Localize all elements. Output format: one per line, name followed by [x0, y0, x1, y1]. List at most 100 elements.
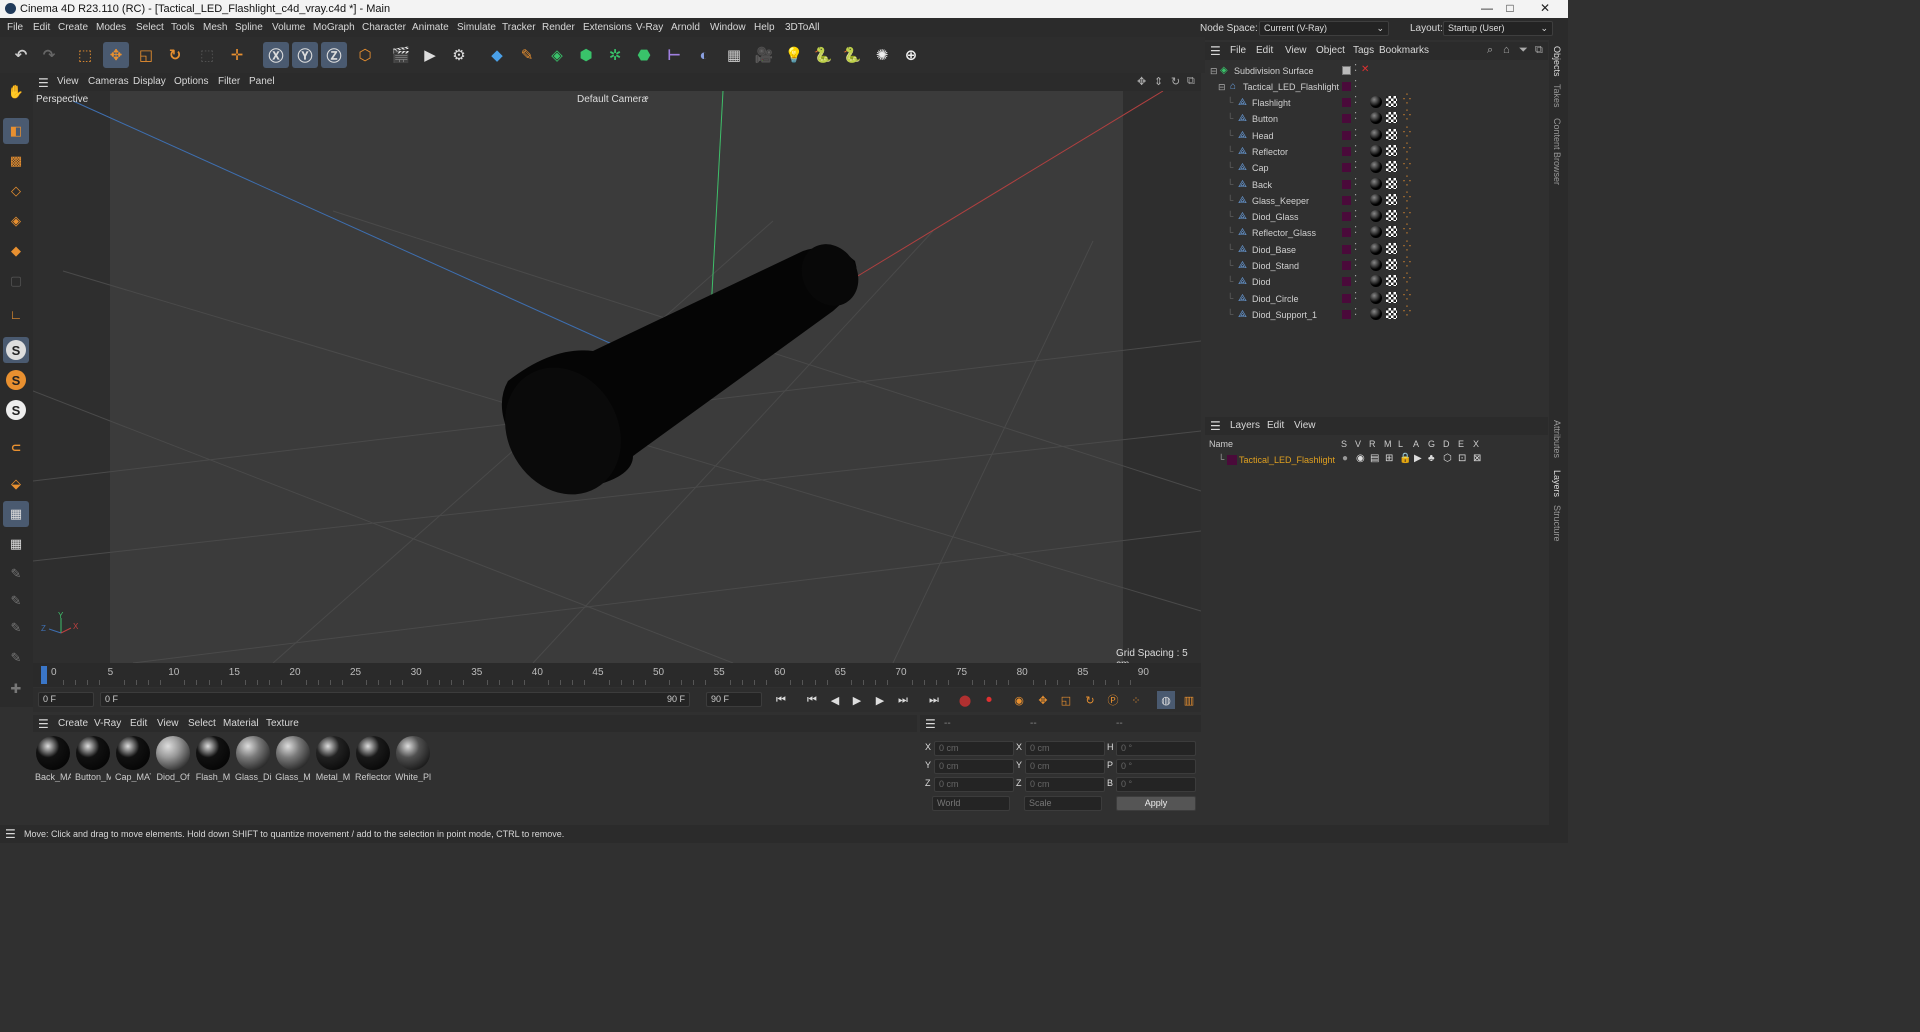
playhead-marker[interactable] — [41, 666, 47, 684]
layer-column-header[interactable]: X — [1473, 439, 1479, 449]
goto-start-icon[interactable]: ⏮ — [772, 691, 790, 709]
menu-vray[interactable]: V-Ray — [636, 22, 663, 33]
redo-icon[interactable]: ↷ — [36, 42, 62, 68]
expressions-icon[interactable]: ⊡ — [1458, 453, 1466, 464]
coordinates-hamburger-icon[interactable]: ☰ — [925, 717, 936, 731]
layer-column-header[interactable]: V — [1355, 439, 1361, 449]
coord-value-field[interactable]: 0 cm — [1025, 777, 1105, 792]
layer-color-swatch[interactable] — [1342, 82, 1351, 91]
layer-column-header[interactable]: M — [1384, 439, 1392, 449]
x-axis-lock-icon[interactable]: Ⓧ — [263, 42, 289, 68]
layer-column-header[interactable]: A — [1413, 439, 1419, 449]
manager-icon[interactable]: ⊞ — [1385, 453, 1393, 464]
xrefs-icon[interactable]: ⊠ — [1473, 453, 1481, 464]
layer-color-swatch[interactable] — [1342, 195, 1351, 205]
visibility-dots-icon[interactable]: ⁚ — [1354, 63, 1357, 74]
layer-column-header[interactable]: E — [1458, 439, 1464, 449]
menu-extensions[interactable]: Extensions — [583, 22, 632, 33]
undo-icon[interactable]: ↶ — [8, 42, 34, 68]
vray-tag-icon[interactable]: ⁛ — [1403, 192, 1411, 203]
visibility-dots-icon[interactable]: ⁚ — [1354, 160, 1357, 171]
vray-tag-icon[interactable]: ⁛ — [1403, 176, 1411, 187]
y-axis-lock-icon[interactable]: Ⓨ — [292, 42, 318, 68]
layer-color-swatch[interactable] — [1342, 228, 1351, 238]
object-row[interactable]: └ ⟁ Diod_Circle ⁚ ⁛ — [1205, 290, 1548, 307]
menu-character[interactable]: Character — [362, 22, 406, 33]
pen-spline-icon[interactable]: ✎ — [514, 42, 540, 68]
material-swatch[interactable]: Cap_MAT — [115, 736, 151, 782]
make-editable-icon[interactable]: ✋ — [3, 79, 29, 105]
visibility-dots-icon[interactable]: ⁚ — [1354, 258, 1357, 269]
coordinate-system-icon[interactable]: ⬡ — [352, 42, 378, 68]
uvw-tag-icon[interactable] — [1386, 242, 1397, 254]
prev-key-icon[interactable]: ⏮ — [803, 691, 821, 709]
layer-color-swatch[interactable] — [1342, 261, 1351, 270]
mograph-cloner-icon[interactable]: ⬣ — [631, 42, 657, 68]
material-swatch[interactable]: Diod_Of — [155, 736, 191, 782]
search-icon[interactable]: ⌕ — [1487, 44, 1493, 57]
menu-animate[interactable]: Animate — [412, 22, 449, 33]
filter-icon[interactable]: ⏷ — [1519, 44, 1528, 57]
snap-s-orange-icon[interactable]: S — [3, 367, 29, 393]
light-icon[interactable]: 💡 — [781, 42, 807, 68]
object-hamburger-icon[interactable]: ☰ — [1210, 44, 1221, 58]
point-mode-icon[interactable]: ◇ — [3, 178, 29, 204]
vray-tag-icon[interactable]: ⁛ — [1403, 241, 1411, 252]
object-menu-edit[interactable]: Edit — [1256, 45, 1273, 56]
object-menu-file[interactable]: File — [1230, 45, 1246, 56]
sculpt-tool-icon[interactable]: ✎ — [3, 588, 29, 614]
material-swatch[interactable]: Reflector — [355, 736, 391, 782]
goto-end-icon[interactable]: ⏭ — [925, 691, 943, 709]
layer-color-swatch[interactable] — [1342, 293, 1351, 303]
menu-volume[interactable]: Volume — [272, 22, 305, 33]
visibility-dots-icon[interactable]: ⁚ — [1354, 177, 1357, 188]
menu-create[interactable]: Create — [58, 22, 88, 33]
menu-mesh[interactable]: Mesh — [203, 22, 227, 33]
locked-workplane-icon[interactable]: ▦ — [3, 531, 29, 557]
menu-tracker[interactable]: Tracker — [502, 22, 536, 33]
vray-tag-icon[interactable]: ⁛ — [1403, 208, 1411, 219]
tab-takes[interactable]: Takes — [1552, 84, 1562, 108]
timeline-scheme-icon[interactable]: ◍ — [1157, 691, 1175, 709]
next-frame-icon[interactable]: ▶ — [871, 691, 889, 709]
object-row[interactable]: └ ⟁ Back ⁚ ⁛ — [1205, 176, 1548, 193]
object-row-root[interactable]: ⊟ ◈ Subdivision Surface ⁚ ✕ — [1205, 63, 1548, 79]
layer-column-header[interactable]: Name — [1209, 439, 1233, 449]
cube-primitive-icon[interactable]: ◆ — [484, 42, 510, 68]
coordinate-system-select[interactable]: World — [932, 796, 1010, 811]
tab-attributes[interactable]: Attributes — [1552, 420, 1562, 458]
perspective-viewport[interactable]: Perspective Default Camera ⚬ Grid Spacin… — [33, 91, 1201, 663]
polygon-mode-icon[interactable]: ◆ — [3, 238, 29, 264]
menu-modes[interactable]: Modes — [96, 22, 126, 33]
render-view-icon[interactable]: 🎬 — [388, 42, 414, 68]
next-key-icon[interactable]: ⏭ — [894, 691, 912, 709]
active-camera-label[interactable]: Default Camera — [577, 94, 647, 105]
camera-icon[interactable]: 🎥 — [751, 42, 777, 68]
max-frame-field[interactable]: 90 F — [706, 692, 762, 707]
material-swatch[interactable]: Metal_M — [315, 736, 351, 782]
disabled-x-icon[interactable]: ✕ — [1361, 64, 1369, 75]
visibility-dots-icon[interactable]: ⁚ — [1354, 193, 1357, 204]
vray-tag-icon[interactable]: ⁛ — [1403, 94, 1411, 105]
uvw-tag-icon[interactable] — [1386, 128, 1397, 140]
uvw-tag-icon[interactable] — [1386, 291, 1397, 303]
viewport-menu-options[interactable]: Options — [174, 76, 208, 87]
material-tag-icon[interactable] — [1370, 144, 1382, 157]
visibility-dots-icon[interactable]: ⁚ — [1354, 307, 1357, 318]
tab-content-browser[interactable]: Content Browser — [1552, 118, 1562, 185]
object-row[interactable]: └ ⟁ Diod_Support_1 ⁚ ⁛ — [1205, 306, 1548, 323]
menu-tools[interactable]: Tools — [171, 22, 194, 33]
subdivision-generator-icon[interactable]: ◈ — [544, 42, 570, 68]
field-icon[interactable]: ◐ — [691, 42, 717, 68]
collapse-icon[interactable]: ⊟ — [1218, 82, 1226, 93]
material-tag-icon[interactable] — [1370, 307, 1382, 320]
material-menu-edit[interactable]: Edit — [130, 718, 147, 729]
model-mode-icon[interactable]: ◧ — [3, 118, 29, 144]
layer-color-swatch[interactable] — [1342, 163, 1351, 173]
coord-value-field[interactable]: 0 cm — [1025, 741, 1105, 756]
sculpt-r-icon[interactable]: ✎ — [3, 615, 29, 641]
vray-tag-icon[interactable]: ⁛ — [1403, 110, 1411, 121]
timeline-layout-icon[interactable]: ▥ — [1180, 691, 1198, 709]
visibility-dots-icon[interactable]: ⁚ — [1354, 225, 1357, 236]
vray-settings-icon[interactable]: ✺ — [869, 42, 895, 68]
